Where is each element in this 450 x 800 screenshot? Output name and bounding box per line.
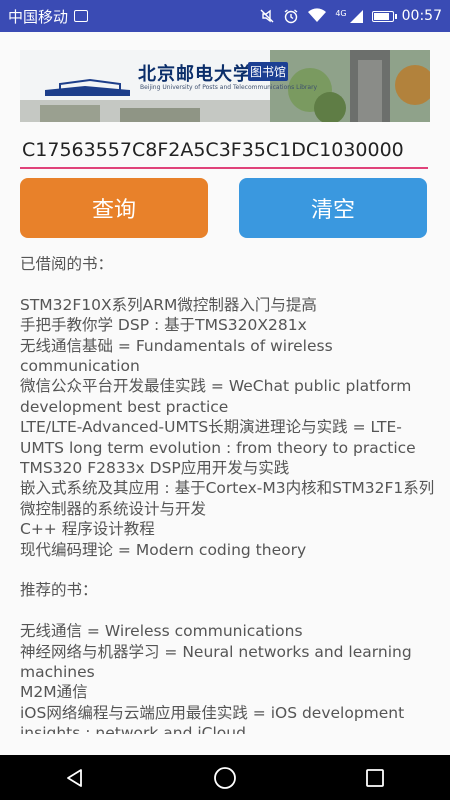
network-type: 4G — [335, 9, 347, 18]
sim-icon — [74, 10, 89, 22]
wifi-icon — [308, 8, 327, 22]
borrowed-item: 嵌入式系统及其应用 : 基于Cortex-M3内核和STM32F1系列微控制器的… — [20, 479, 435, 518]
borrowed-item: 微信公众平台开发最佳实践 = WeChat public platform de… — [20, 377, 412, 416]
library-badge: 图书馆 — [248, 62, 289, 81]
borrowed-item: C++ 程序设计教程 — [20, 520, 155, 539]
back-button[interactable] — [55, 758, 95, 798]
borrowed-item: 现代编码理论 = Modern coding theory — [20, 540, 307, 559]
recommended-item: 无线通信 = Wireless communications — [20, 622, 303, 641]
recommended-item: M2M通信 — [20, 683, 88, 702]
borrowed-item: 无线通信基础 = Fundamentals of wireless commun… — [20, 336, 333, 376]
recents-icon — [366, 768, 384, 787]
query-button[interactable]: 查询 — [20, 178, 208, 238]
mute-icon — [260, 9, 274, 23]
borrowed-item: TMS320 F2833x DSP应用开发与实践 — [20, 459, 290, 478]
borrowed-heading: 已借阅的书： — [20, 255, 114, 273]
clear-button[interactable]: 清空 — [239, 178, 427, 238]
library-banner: 北京邮电大学 图书馆 Beijing University of Posts a… — [20, 50, 430, 122]
home-button[interactable] — [205, 758, 245, 798]
navigation-bar — [0, 755, 450, 800]
borrowed-item: 手把手教你学 DSP : 基于TMS320X281x — [20, 316, 307, 335]
clock: 00:57 — [401, 8, 442, 24]
recommended-item: iOS网络编程与云端应用最佳实践 = iOS development insig… — [20, 703, 405, 734]
card-id-input[interactable] — [20, 135, 432, 165]
library-subtitle: Beijing University of Posts and Telecomm… — [140, 84, 318, 91]
carrier-label: 中国移动 — [8, 7, 69, 26]
status-bar: 中国移动 4G 00:57 — [0, 0, 450, 32]
battery-icon — [371, 10, 397, 22]
results-scroll-area[interactable]: 已借阅的书： STM32F10X系列ARM微控制器入门与提高 手把手教你学 DS… — [20, 254, 438, 734]
university-name: 北京邮电大学 — [138, 64, 252, 85]
borrowed-item: LTE/LTE-Advanced-UMTS长期演进理论与实践 = LTE-UMT… — [20, 418, 416, 457]
recommended-item: 神经网络与机器学习 = Neural networks and learning… — [20, 642, 412, 682]
alarm-icon — [284, 9, 298, 24]
signal-icon — [349, 10, 363, 23]
recommended-heading: 推荐的书： — [20, 581, 98, 600]
recents-button[interactable] — [355, 758, 395, 798]
borrowed-item: STM32F10X系列ARM微控制器入门与提高 — [20, 295, 317, 314]
back-icon — [67, 768, 82, 787]
card-id-field-wrapper — [20, 135, 432, 169]
home-icon — [214, 766, 236, 789]
